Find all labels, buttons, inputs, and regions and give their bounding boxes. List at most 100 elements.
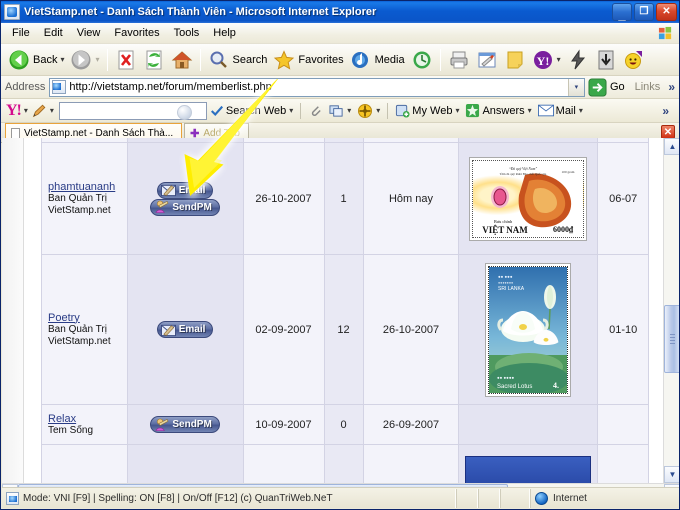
print-button[interactable]: [445, 46, 473, 74]
username-link[interactable]: phamtuananh: [48, 181, 121, 193]
table-row: [41, 444, 649, 483]
menu-item-edit[interactable]: Edit: [37, 25, 70, 41]
yahoo-mail-button[interactable]: Mail ▾: [535, 104, 586, 117]
stamp-artwork: “Đá quý Việt Nam” Tềm đá quý Rubi Bảo ch…: [483, 166, 576, 235]
cell-username: Relax Tem Sống: [41, 404, 128, 445]
answers-caret[interactable]: ▾: [528, 106, 532, 115]
menu-item-help[interactable]: Help: [206, 25, 243, 41]
forward-button[interactable]: ▾: [67, 46, 102, 74]
page-content: phamtuananh Ban Quản Trị VietStamp.net E…: [2, 138, 663, 483]
yahoo-answers-button[interactable]: Answers ▾: [462, 103, 534, 118]
cell-username: Poetry Ban Quản Trị VietStamp.net: [41, 254, 128, 405]
sendpm-button[interactable]: SendPM: [150, 198, 220, 216]
smiley-icon: [624, 50, 642, 69]
email-icon: [160, 324, 176, 336]
antispy-caret[interactable]: ▾: [376, 106, 380, 115]
toolbar-separator: [106, 48, 108, 71]
status-message-pane: Mode: VNI [F9] | Spelling: ON [F8] | On/…: [2, 488, 456, 508]
refresh-button[interactable]: [140, 46, 168, 74]
username-link[interactable]: Poetry: [48, 312, 121, 324]
links-button[interactable]: Links: [631, 81, 665, 93]
yahoo-myweb-button[interactable]: My Web ▾: [392, 103, 462, 118]
menu-item-file[interactable]: File: [5, 25, 37, 41]
restore-button[interactable]: ❐: [634, 3, 654, 21]
username-link[interactable]: Relax: [48, 413, 121, 425]
history-icon: [413, 51, 431, 68]
address-overflow-chevron[interactable]: »: [664, 80, 679, 94]
svg-text:4.: 4.: [553, 381, 559, 390]
cell-posts: [323, 444, 364, 483]
svg-text:“Đá quý Việt Nam”: “Đá quý Việt Nam”: [509, 166, 538, 171]
minimize-button[interactable]: _: [612, 3, 632, 21]
stop-icon: [118, 50, 133, 69]
forward-dropdown-caret[interactable]: ▾: [95, 55, 99, 64]
back-button[interactable]: Back ▾: [5, 46, 67, 74]
media-button[interactable]: Media: [347, 46, 408, 74]
scroll-up-button[interactable]: ▲: [664, 138, 679, 155]
messenger-icon: [570, 48, 585, 69]
yahoo-search-web-button[interactable]: Search Web ▾: [207, 104, 296, 118]
table-row: Relax Tem Sống SendPM 10-09-2007 0 26-09…: [41, 404, 649, 445]
sendpm-button-label: SendPM: [172, 419, 212, 430]
back-dropdown-caret[interactable]: ▾: [60, 55, 64, 64]
favorites-button[interactable]: Favorites: [270, 46, 346, 74]
myweb-caret[interactable]: ▾: [455, 106, 459, 115]
cell-actions: Email SendPM: [126, 142, 244, 255]
search-web-caret[interactable]: ▾: [289, 106, 293, 115]
edit-page-button[interactable]: [473, 46, 501, 74]
popup-caret[interactable]: ▾: [347, 106, 351, 115]
yahoo-logo[interactable]: Y!: [6, 102, 22, 120]
vertical-scroll-thumb[interactable]: [664, 305, 679, 373]
yahoo-pencil-button[interactable]: ▾: [28, 103, 57, 119]
toolbar-separator-3: [439, 48, 441, 71]
answers-icon: [466, 103, 480, 118]
close-tab-button[interactable]: ✕: [661, 125, 675, 139]
email-button-label: Email: [178, 324, 206, 335]
cell-actions: [126, 444, 244, 483]
address-input[interactable]: http://vietstamp.net/forum/memberlist.ph…: [49, 77, 585, 97]
mail-caret[interactable]: ▾: [579, 106, 583, 115]
cell-stamp: [458, 444, 599, 483]
user-role-line1: Ban Quản Trị: [48, 323, 107, 335]
yahoo-toolbar-button[interactable]: Y! ▾: [529, 46, 564, 74]
download-button[interactable]: [592, 46, 620, 74]
home-button[interactable]: [168, 46, 196, 74]
search-button[interactable]: Search: [205, 46, 271, 74]
yahoo-clip-button[interactable]: [305, 103, 326, 118]
menu-item-view[interactable]: View: [70, 25, 108, 41]
page-vertical-scrollbar[interactable]: ▲ ▼: [663, 138, 679, 483]
check-icon: [210, 105, 223, 116]
cell-actions: SendPM: [126, 404, 244, 445]
table-row: Poetry Ban Quản Trị VietStamp.net Email: [41, 254, 649, 405]
stop-button[interactable]: [112, 46, 140, 74]
myweb-label: My Web: [412, 104, 453, 117]
pencil-caret[interactable]: ▾: [50, 106, 54, 115]
yahoo-antispy-button[interactable]: ▾: [354, 103, 383, 119]
note-button[interactable]: [501, 46, 529, 74]
home-icon: [171, 50, 192, 68]
history-button[interactable]: [408, 46, 436, 74]
messenger-button[interactable]: [564, 46, 592, 74]
email-button[interactable]: Email: [156, 181, 214, 199]
email-button[interactable]: Email: [156, 321, 214, 338]
cell-number: 01-10: [597, 254, 649, 405]
yahoo-overflow-chevron[interactable]: »: [658, 104, 673, 118]
answers-label: Answers: [482, 104, 525, 117]
cell-stamp: [458, 404, 599, 445]
menu-item-tools[interactable]: Tools: [167, 25, 207, 41]
address-url-text: http://vietstamp.net/forum/memberlist.ph…: [69, 81, 272, 93]
anti-spy-icon: [358, 103, 373, 118]
vertical-scroll-track[interactable]: [664, 155, 679, 466]
cell-join-date: [242, 444, 325, 483]
emoticon-button[interactable]: [620, 46, 648, 74]
download-icon: [598, 50, 614, 69]
menu-item-favorites[interactable]: Favorites: [107, 25, 166, 41]
yahoo-search-input[interactable]: [58, 101, 207, 120]
address-dropdown-button[interactable]: ▾: [567, 78, 584, 96]
sendpm-button[interactable]: SendPM: [150, 416, 220, 433]
close-button[interactable]: ✕: [656, 3, 677, 21]
go-button[interactable]: Go: [585, 77, 631, 97]
yahoo-popup-blocker-button[interactable]: ▾: [326, 103, 354, 118]
scroll-down-button[interactable]: ▼: [664, 466, 679, 483]
yahoo-dropdown-caret[interactable]: ▾: [557, 55, 561, 64]
